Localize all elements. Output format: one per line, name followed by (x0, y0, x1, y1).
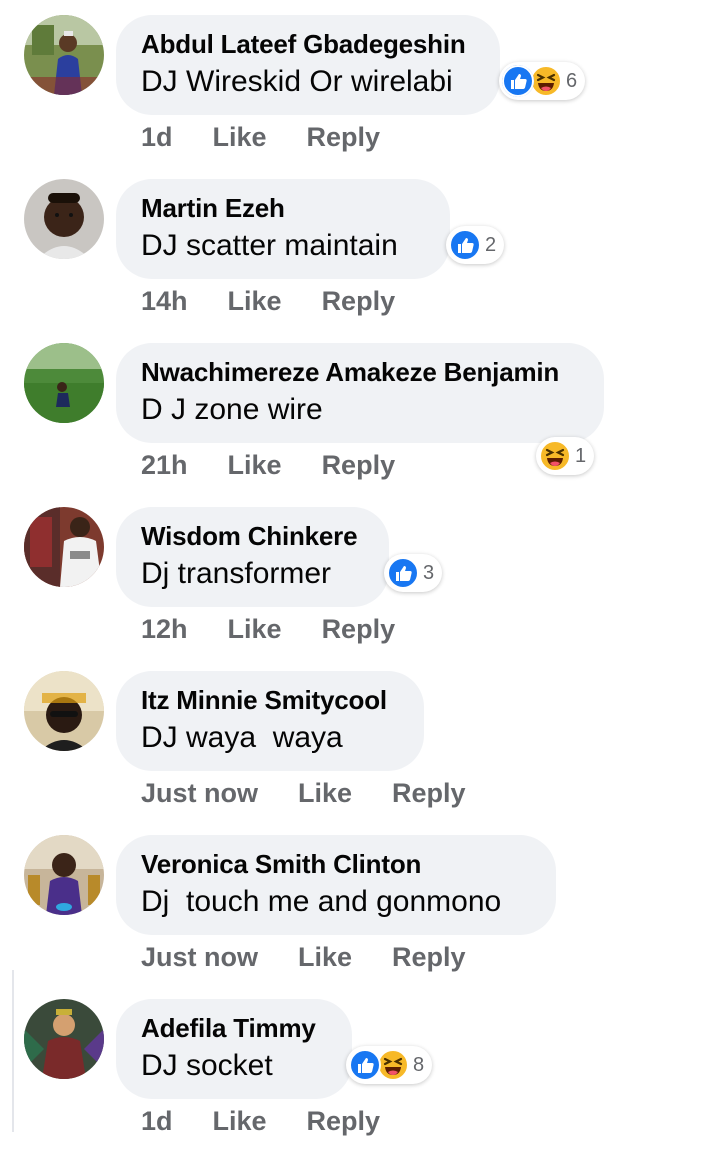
avatar[interactable] (24, 15, 104, 95)
comment-text: Dj transformer (141, 557, 332, 590)
reply-button[interactable]: Reply (392, 939, 466, 975)
comment-actions: 12h Like Reply (141, 611, 395, 647)
comment-bubble[interactable]: Martin Ezeh DJ scatter maintain (116, 179, 450, 279)
comment-actions: 21h Like Reply (141, 447, 395, 483)
comment-timestamp[interactable]: 21h (141, 447, 188, 483)
avatar[interactable] (24, 671, 104, 751)
like-button[interactable]: Like (298, 775, 352, 811)
comment-timestamp[interactable]: Just now (141, 775, 258, 811)
comment-item: Veronica Smith Clinton Dj touch me and g… (0, 835, 720, 999)
comment-bubble[interactable]: Nwachimereze Amakeze Benjamin D J zone w… (116, 343, 604, 443)
comment-actions: 1d Like Reply (141, 1103, 380, 1139)
reaction-count: 8 (413, 1054, 425, 1076)
avatar[interactable] (24, 999, 104, 1079)
avatar[interactable] (24, 179, 104, 259)
reply-button[interactable]: Reply (322, 447, 396, 483)
comment-bubble[interactable]: Abdul Lateef Gbadegeshin DJ Wireskid Or … (116, 15, 500, 115)
comment-timestamp[interactable]: Just now (141, 939, 258, 975)
comment-item: Martin Ezeh DJ scatter maintain 2 14h Lik… (0, 179, 720, 343)
comment-text: D J zone wire (141, 393, 323, 426)
avatar[interactable] (24, 343, 104, 423)
avatar[interactable] (24, 507, 104, 587)
comment-actions: Just now Like Reply (141, 775, 466, 811)
comment-actions: 1d Like Reply (141, 119, 380, 155)
comment-bubble[interactable]: Veronica Smith Clinton Dj touch me and g… (116, 835, 556, 935)
reaction-count: 1 (575, 445, 587, 467)
comment-item: Itz Minnie Smitycool DJ waya waya Just n… (0, 671, 720, 835)
like-button[interactable]: Like (213, 119, 267, 155)
reaction-summary[interactable]: 3 (384, 554, 443, 592)
haha-icon (539, 440, 571, 472)
avatar[interactable] (24, 835, 104, 915)
reply-button[interactable]: Reply (307, 119, 381, 155)
comment-bubble[interactable]: Wisdom Chinkere Dj transformer (116, 507, 389, 607)
reaction-count: 2 (485, 234, 497, 256)
like-icon (387, 557, 419, 589)
like-button[interactable]: Like (298, 939, 352, 975)
reply-button[interactable]: Reply (322, 611, 396, 647)
reply-button[interactable]: Reply (392, 775, 466, 811)
comment-timestamp[interactable]: 1d (141, 119, 173, 155)
like-icon (449, 229, 481, 261)
like-button[interactable]: Like (213, 1103, 267, 1139)
comment-bubble[interactable]: Itz Minnie Smitycool DJ waya waya (116, 671, 424, 771)
reaction-summary[interactable]: 8 (346, 1046, 433, 1084)
comment-author[interactable]: Veronica Smith Clinton (141, 848, 531, 880)
comment-item: Adefila Timmy DJ socket 8 1d Like Reply (0, 999, 720, 1163)
comment-bubble[interactable]: Adefila Timmy DJ socket (116, 999, 352, 1099)
comment-text: DJ Wireskid Or wirelabi (141, 65, 453, 98)
comment-text: Dj touch me and gonmono (141, 885, 502, 918)
comment-author[interactable]: Adefila Timmy (141, 1012, 327, 1044)
like-icon (502, 65, 534, 97)
haha-icon (530, 65, 562, 97)
like-button[interactable]: Like (228, 611, 282, 647)
comment-author[interactable]: Itz Minnie Smitycool (141, 684, 399, 716)
reaction-count: 6 (566, 70, 578, 92)
like-button[interactable]: Like (228, 283, 282, 319)
comment-timestamp[interactable]: 14h (141, 283, 188, 319)
reaction-summary[interactable]: 6 (499, 62, 586, 100)
reply-button[interactable]: Reply (307, 1103, 381, 1139)
reaction-summary[interactable]: 2 (446, 226, 505, 264)
comment-author[interactable]: Abdul Lateef Gbadegeshin (141, 28, 475, 60)
comment-author[interactable]: Wisdom Chinkere (141, 520, 364, 552)
like-icon (349, 1049, 381, 1081)
comment-author[interactable]: Nwachimereze Amakeze Benjamin (141, 356, 579, 388)
comment-timestamp[interactable]: 1d (141, 1103, 173, 1139)
comment-actions: 14h Like Reply (141, 283, 395, 319)
reaction-summary[interactable]: 1 (536, 437, 595, 475)
comment-item: Abdul Lateef Gbadegeshin DJ Wireskid Or … (0, 15, 720, 179)
comment-text: DJ scatter maintain (141, 229, 398, 262)
thread-divider (12, 970, 14, 1132)
comment-item: Wisdom Chinkere Dj transformer 3 12h Like… (0, 507, 720, 671)
reaction-count: 3 (423, 562, 435, 584)
comment-actions: Just now Like Reply (141, 939, 466, 975)
like-button[interactable]: Like (228, 447, 282, 483)
comment-text: DJ waya waya (141, 721, 343, 754)
reply-button[interactable]: Reply (322, 283, 396, 319)
haha-icon (377, 1049, 409, 1081)
comment-item: Nwachimereze Amakeze Benjamin D J zone w… (0, 343, 720, 507)
comment-author[interactable]: Martin Ezeh (141, 192, 425, 224)
comment-timestamp[interactable]: 12h (141, 611, 188, 647)
comment-text: DJ socket (141, 1049, 273, 1082)
